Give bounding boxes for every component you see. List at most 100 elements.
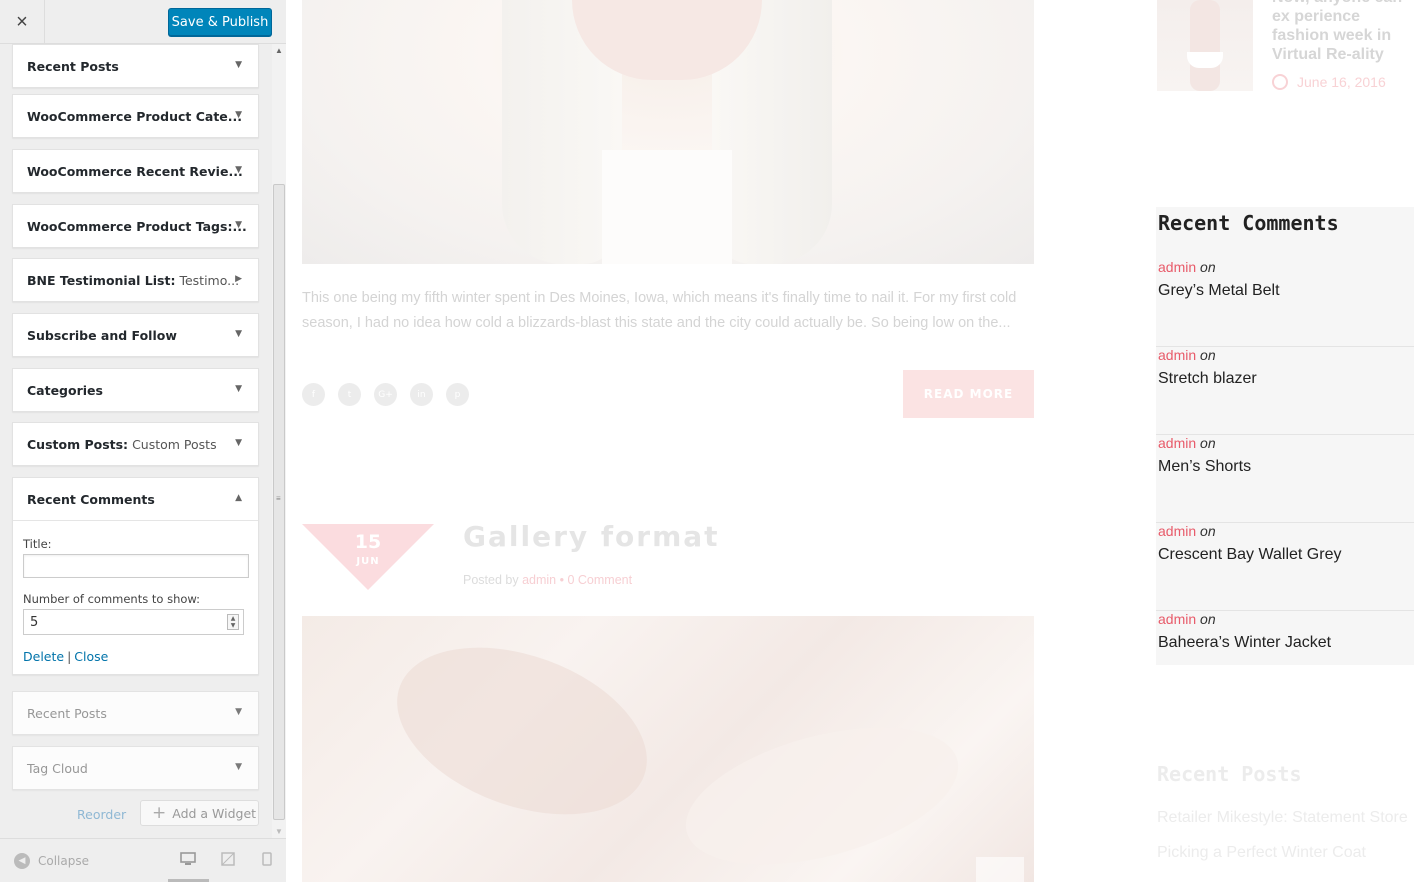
mobile-preview-icon[interactable] [262,852,272,869]
comment-author-link[interactable]: admin on [1158,259,1216,275]
close-customizer-button[interactable]: × [0,0,45,44]
scroll-down-arrow-icon[interactable]: ▼ [272,827,286,836]
post-featured-image-shirt [602,150,732,264]
site-preview: This one being my fifth winter spent in … [287,0,1427,882]
widget-title: Recent Posts [27,58,119,74]
widget-header[interactable]: Recent Posts ▼ [13,45,258,87]
widget-subscribe-and-follow[interactable]: Subscribe and Follow ▼ [12,313,259,357]
comment-author-link[interactable]: admin on [1158,347,1216,363]
number-of-comments-input[interactable]: 5 ▲ ▼ [23,609,244,635]
stepper-down-icon[interactable]: ▼ [231,622,236,629]
comment-author-link[interactable]: admin on [1158,611,1216,627]
expand-arrow-icon[interactable]: ▼ [235,165,242,175]
collapse-arrow-icon[interactable]: ▲ [235,493,242,503]
title-input[interactable] [23,554,249,578]
expand-arrow-icon[interactable]: ▼ [235,762,242,772]
widget-header[interactable]: WooCommerce Recent Revie... ▼ [13,150,258,192]
widget-recent-posts[interactable]: Recent Posts ▼ [12,44,259,88]
widget-title: Tag Cloud [27,760,88,776]
comment-on: on [1200,523,1216,539]
linkedin-icon[interactable]: in [410,383,433,406]
sidebar-post-title[interactable]: Now, anyone can ex perience fashion week… [1272,0,1417,64]
desktop-preview-icon[interactable] [180,852,196,869]
add-widget-button[interactable]: + Add a Widget [140,800,259,826]
meta-author-link[interactable]: admin [522,573,556,587]
customizer-panel: × Save & Publish Recent Posts ▼ WooCommer… [0,0,286,882]
post-title[interactable]: Gallery format [463,520,720,553]
expand-arrow-icon[interactable]: ▼ [235,329,242,339]
widget-header[interactable]: Categories ▼ [13,369,258,411]
widget-header[interactable]: WooCommerce Product Tags:... ▼ [13,205,258,247]
customizer-header: × Save & Publish [0,0,286,44]
facebook-icon[interactable]: f [302,383,325,406]
scroll-up-arrow-icon[interactable]: ▲ [272,46,286,55]
comment-post-link[interactable]: Baheera’s Winter Jacket [1158,634,1331,652]
delete-widget-link[interactable]: Delete [23,649,64,664]
sidebar-scrollbar[interactable]: ▲ ≡ ▼ [272,44,286,838]
widget-settings: Title: Number of comments to show: 5 ▲ ▼ … [13,520,258,674]
scroll-thumb[interactable]: ≡ [273,184,285,820]
comment-post-link[interactable]: Men’s Shorts [1158,458,1251,476]
expand-arrow-icon[interactable]: ▼ [235,384,242,394]
comment-author[interactable]: admin [1158,435,1196,451]
widget-header[interactable]: Custom Posts: Custom Posts ▼ [13,423,258,465]
expand-arrow-icon[interactable]: ▶ [235,274,242,284]
gallery-next-button[interactable] [976,857,1024,882]
expand-arrow-icon[interactable]: ▼ [235,707,242,717]
number-stepper[interactable]: ▲ ▼ [227,614,239,630]
sidebar-post-thumbnail[interactable] [1157,0,1253,91]
widget-title: Subscribe and Follow [27,327,177,343]
reorder-link[interactable]: Reorder [77,807,126,822]
widget-categories[interactable]: Categories ▼ [12,368,259,412]
expand-arrow-icon[interactable]: ▼ [235,220,242,230]
comment-post-link[interactable]: Grey’s Metal Belt [1158,282,1280,300]
comment-author[interactable]: admin [1158,523,1196,539]
widget-recent-posts-2[interactable]: Recent Posts ▼ [12,691,259,735]
gallery-image-shape2 [671,701,973,882]
widget-header[interactable]: WooCommerce Product Cate... ▼ [13,95,258,137]
twitter-icon[interactable]: t [338,383,361,406]
collapse-label: Collapse [38,854,89,868]
comment-author-link[interactable]: admin on [1158,523,1216,539]
widget-area-footer: Reorder + Add a Widget [0,798,272,830]
widget-header[interactable]: Recent Posts ▼ [13,692,258,734]
action-separator: | [67,649,72,664]
widget-recent-comments[interactable]: Recent Comments ▲ Title: Number of commen… [12,477,259,675]
close-widget-link[interactable]: Close [74,649,108,664]
widget-actions: Delete | Close [23,649,248,664]
recent-comment-item: admin on Men’s Shorts [1156,435,1414,523]
read-more-button[interactable]: READ MORE [903,370,1034,418]
widget-custom-posts[interactable]: Custom Posts: Custom Posts ▼ [12,422,259,466]
recent-post-link[interactable]: Retailer Mikestyle: Statement Store [1157,809,1408,827]
comment-author[interactable]: admin [1158,259,1196,275]
widget-header[interactable]: Subscribe and Follow ▼ [13,314,258,356]
meta-comments-link[interactable]: 0 Comment [567,573,632,587]
expand-arrow-icon[interactable]: ▼ [235,60,242,70]
widget-woocommerce-recent-reviews[interactable]: WooCommerce Recent Revie... ▼ [12,149,259,193]
widget-header[interactable]: Recent Comments ▲ [13,478,258,520]
comment-post-link[interactable]: Crescent Bay Wallet Grey [1158,546,1341,564]
widget-woocommerce-product-categories[interactable]: WooCommerce Product Cate... ▼ [12,94,259,138]
google-plus-icon[interactable]: G+ [374,383,397,406]
expand-arrow-icon[interactable]: ▼ [235,110,242,120]
collapse-button[interactable]: ◀ Collapse [14,853,89,869]
number-value: 5 [30,614,39,630]
collapse-icon: ◀ [14,853,30,869]
recent-post-link[interactable]: Picking a Perfect Winter Coat [1157,844,1366,862]
comment-post-link[interactable]: Stretch blazer [1158,370,1257,388]
widget-bne-testimonial-list[interactable]: BNE Testimonial List: Testimo... ▶ [12,258,259,302]
customizer-footer: ◀ Collapse [0,838,286,882]
stepper-up-icon[interactable]: ▲ [231,615,236,622]
comment-author-link[interactable]: admin on [1158,435,1216,451]
comment-author[interactable]: admin [1158,611,1196,627]
widget-woocommerce-product-tags[interactable]: WooCommerce Product Tags:... ▼ [12,204,259,248]
comment-author[interactable]: admin [1158,347,1196,363]
widget-tag-cloud[interactable]: Tag Cloud ▼ [12,746,259,790]
expand-arrow-icon[interactable]: ▼ [235,438,242,448]
widget-title: Categories [27,382,103,398]
save-publish-button[interactable]: Save & Publish [168,8,272,36]
tablet-preview-icon[interactable] [221,852,235,869]
pinterest-icon[interactable]: p [446,383,469,406]
widget-header[interactable]: BNE Testimonial List: Testimo... ▶ [13,259,258,301]
widget-header[interactable]: Tag Cloud ▼ [13,747,258,789]
